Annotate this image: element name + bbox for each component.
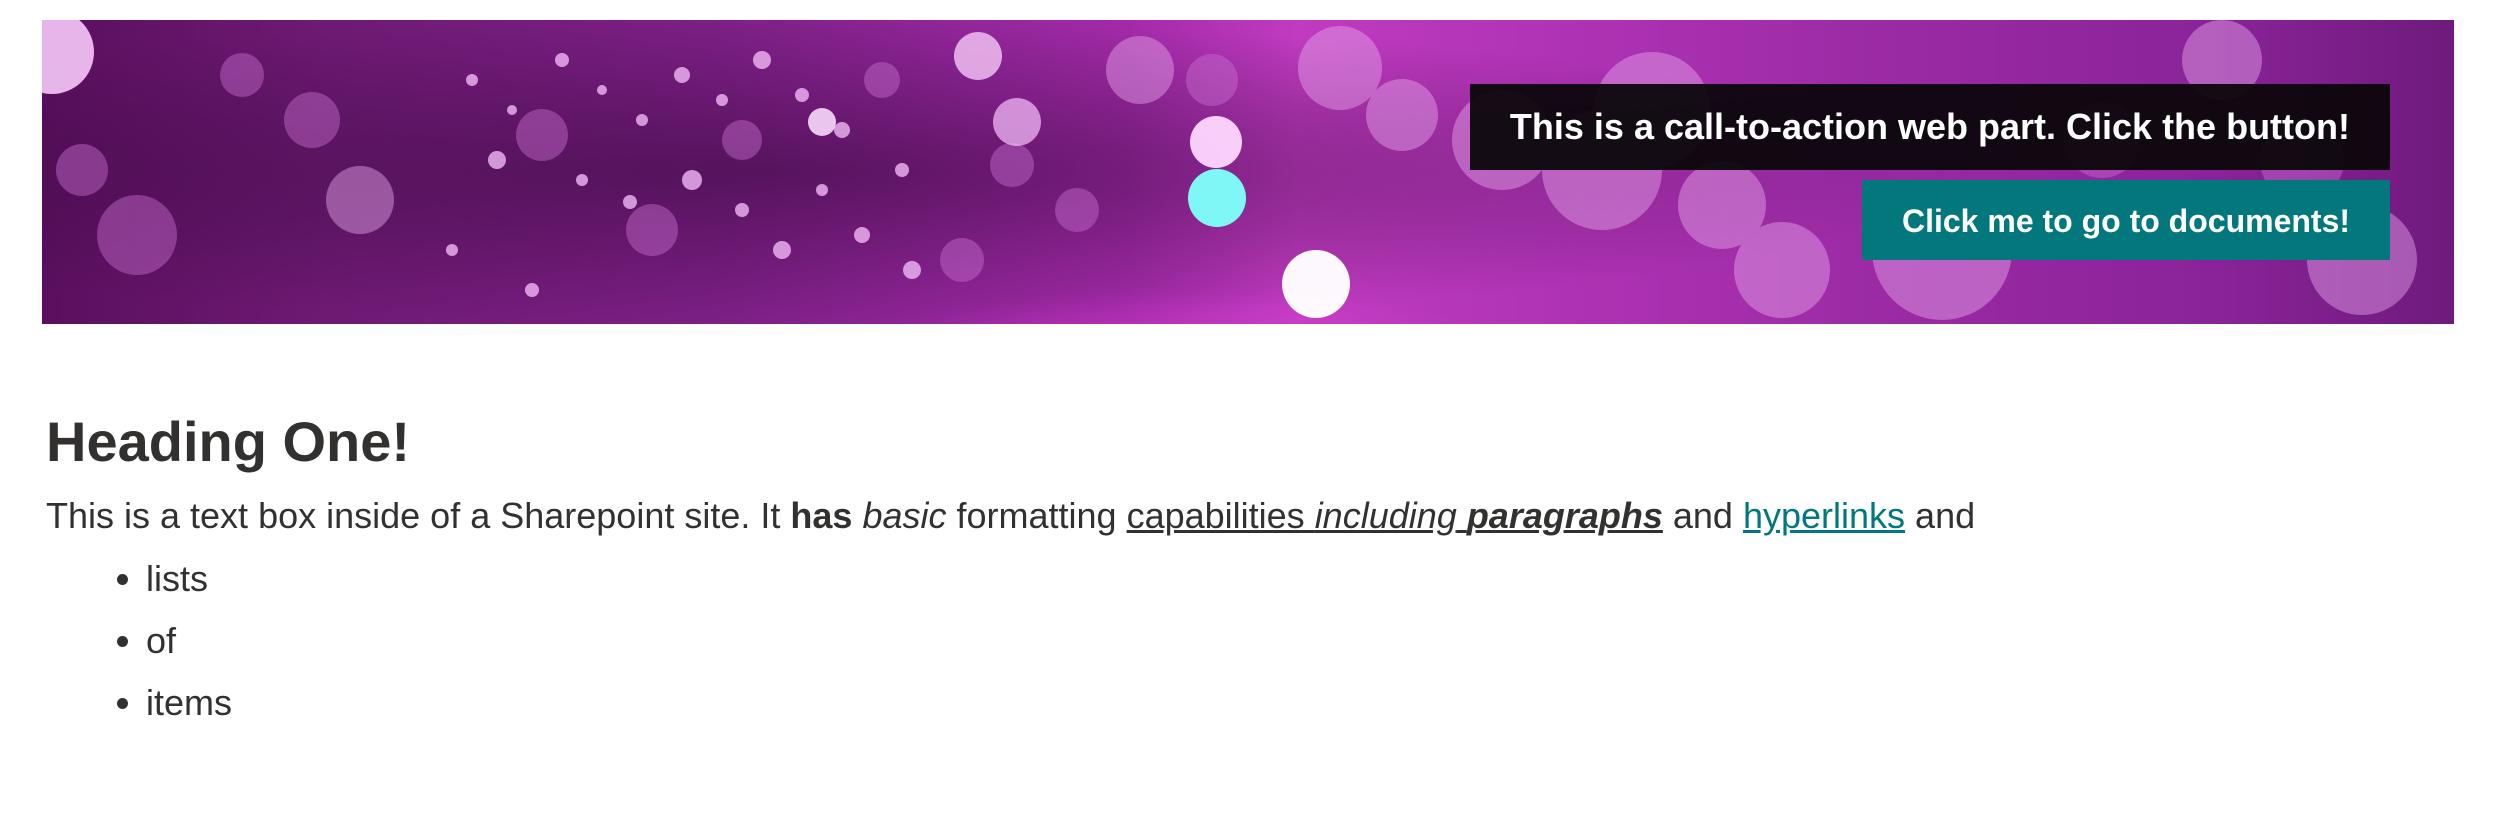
go-to-documents-button[interactable]: Click me to go to documents! xyxy=(1862,180,2390,260)
page-heading: Heading One! xyxy=(46,410,411,473)
bold-text: has xyxy=(790,495,853,536)
paragraph-text-3: and xyxy=(1662,495,1743,536)
italic-text: basic xyxy=(862,495,947,536)
list-item: items xyxy=(146,672,2426,734)
paragraph-text-1: This is a text box inside of a Sharepoin… xyxy=(46,495,791,536)
underlined-bold-italic-text: paragraphs xyxy=(1466,495,1663,536)
call-to-action-text: This is a call-to-action web part. Click… xyxy=(1469,84,2390,170)
list-item: lists xyxy=(146,548,2426,610)
underlined-text: capabilities including paragraphs xyxy=(1127,495,1663,536)
underlined-plain-text: capabilities xyxy=(1126,495,1315,536)
paragraph-text-2: formatting xyxy=(946,495,1127,536)
bokeh-background-image xyxy=(42,20,2454,324)
text-web-part: Heading One! This is a text box inside o… xyxy=(46,400,2426,734)
text-box-paragraph: This is a text box inside of a Sharepoin… xyxy=(46,490,2426,542)
underlined-italic-text: including xyxy=(1314,495,1457,536)
call-to-action-banner: This is a call-to-action web part. Click… xyxy=(42,20,2454,324)
list-item: of xyxy=(146,610,2426,672)
bulleted-list: lists of items xyxy=(46,548,2426,734)
hyperlink[interactable]: hyperlinks xyxy=(1743,495,1905,536)
paragraph-text-4: and xyxy=(1905,495,1976,536)
